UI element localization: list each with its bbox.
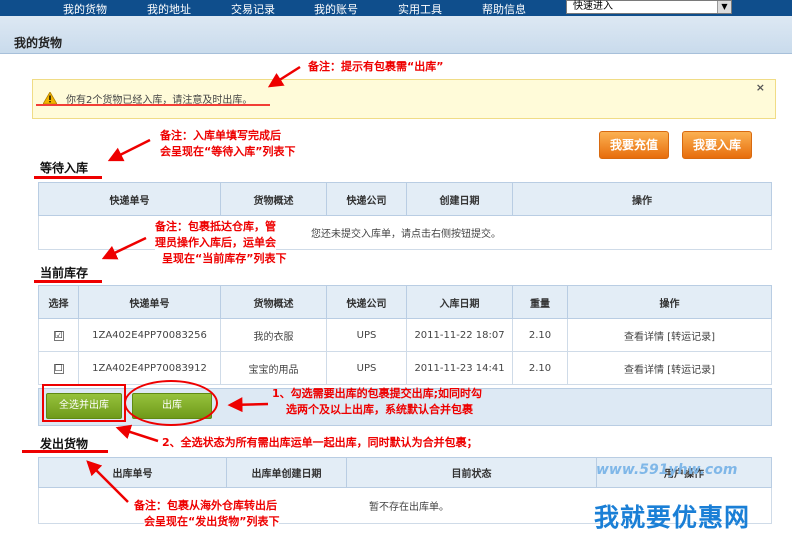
watermark-url: www.591yhw.com bbox=[596, 462, 738, 478]
arrow-icon bbox=[101, 236, 147, 260]
annotation-arrows bbox=[36, 65, 301, 503]
arrow-icon bbox=[267, 65, 301, 88]
arrow-icon bbox=[107, 138, 151, 162]
watermark-logo: 我就要优惠网 bbox=[594, 503, 751, 532]
arrow-icon bbox=[115, 424, 159, 443]
arrow-icon bbox=[227, 397, 269, 413]
arrow-icon bbox=[86, 460, 129, 503]
